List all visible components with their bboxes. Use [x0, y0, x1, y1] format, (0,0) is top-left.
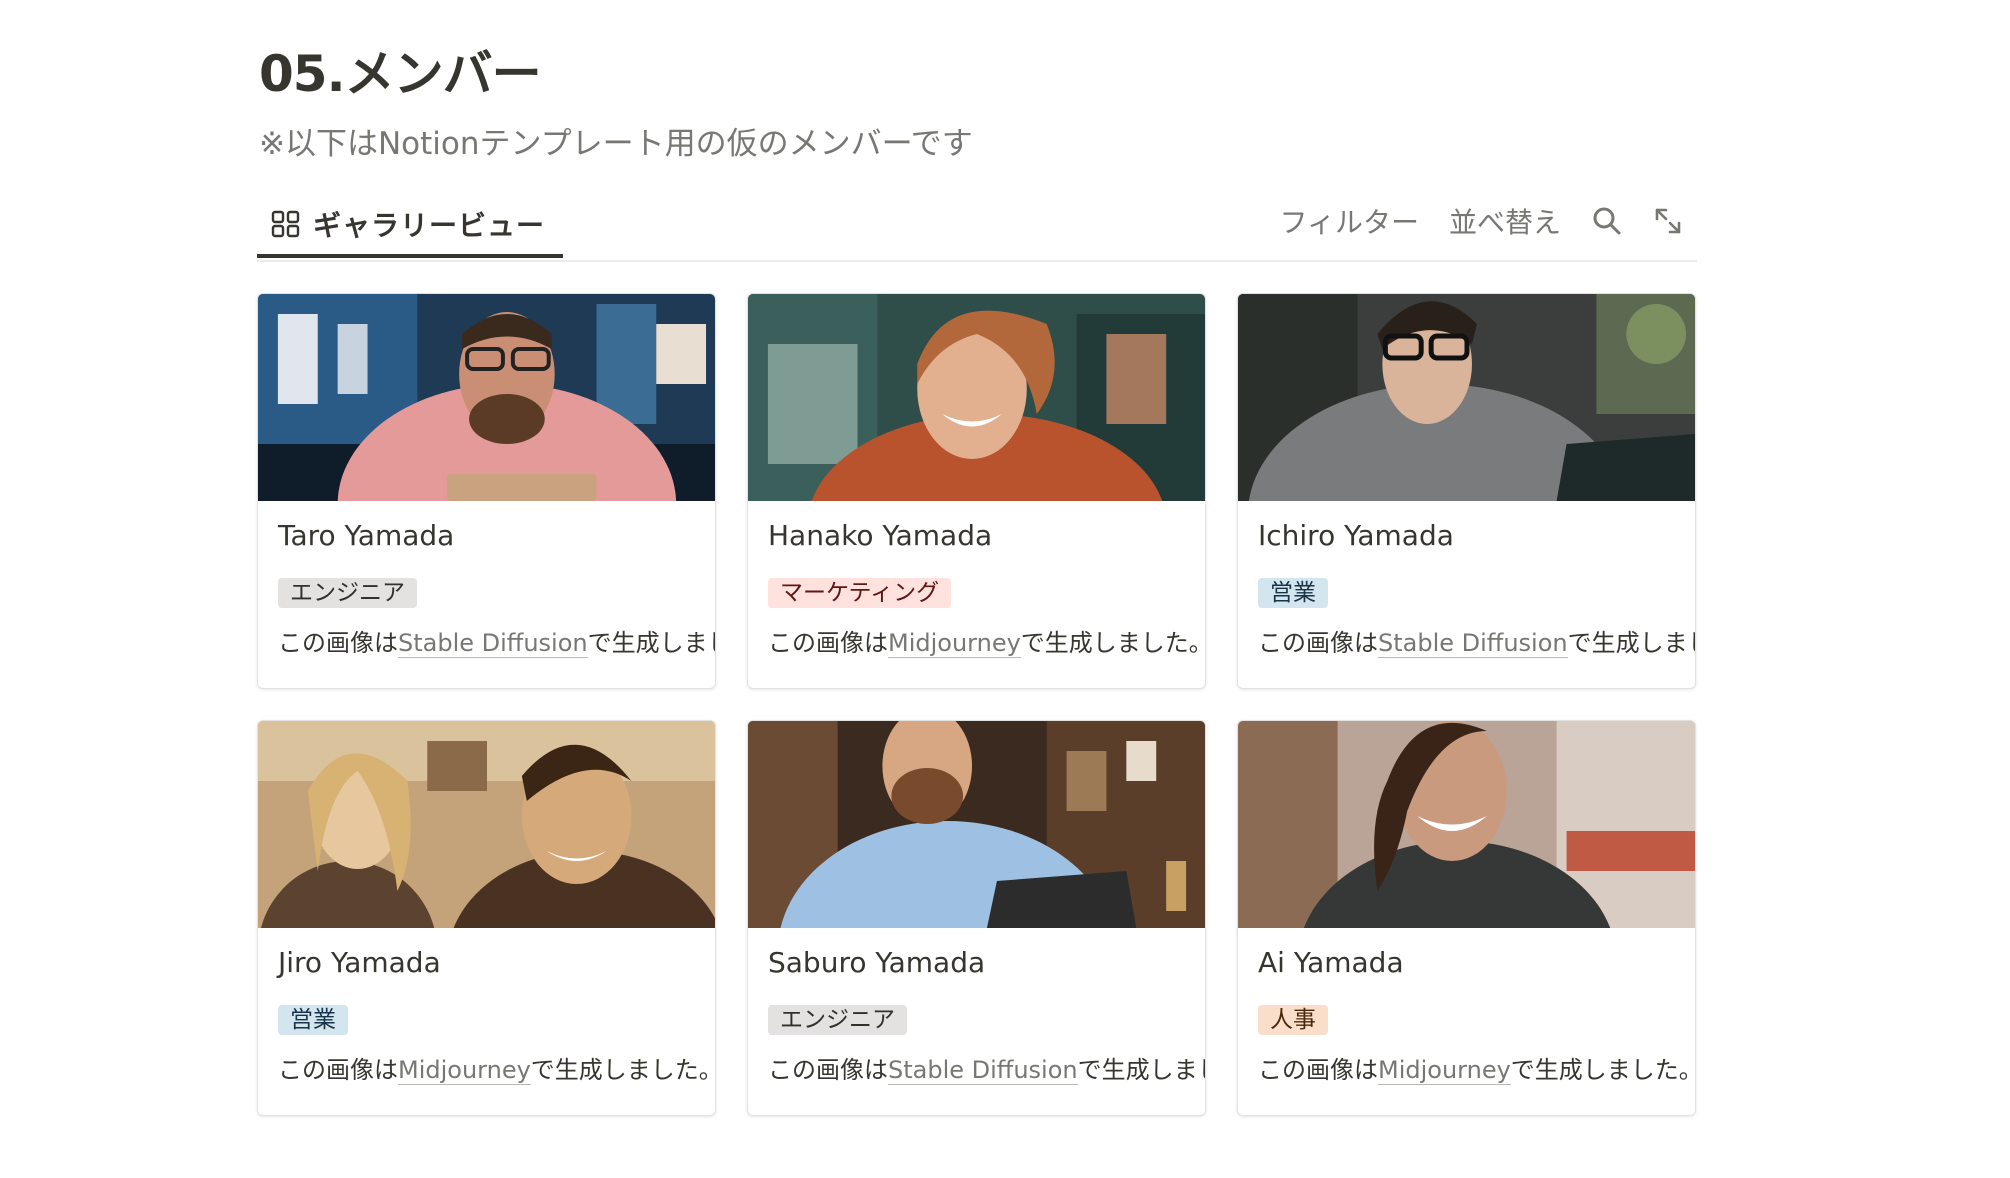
tab-gallery-view-label: ギャラリービュー	[313, 209, 546, 242]
card-description: この画像はStable Diffusionで生成しまし	[768, 1052, 1205, 1088]
desc-link[interactable]: Stable Diffusion	[1378, 629, 1568, 658]
desc-suffix: で生成しまし	[587, 629, 715, 657]
card-title: Taro Yamada	[278, 519, 455, 552]
view-toolbar: フィルター 並べ替え	[1250, 194, 1697, 248]
desc-link[interactable]: Stable Diffusion	[398, 629, 588, 658]
desc-prefix: この画像は	[278, 1056, 398, 1084]
card-title: Saburo Yamada	[768, 946, 986, 979]
desc-suffix: で生成しました。	[1020, 629, 1206, 657]
gallery-card[interactable]: Ichiro Yamada 営業 この画像はStable Diffusionで生…	[1237, 293, 1696, 689]
department-tag: 営業	[278, 1005, 348, 1035]
desc-suffix: で生成しまし	[1567, 629, 1695, 657]
desc-prefix: この画像は	[768, 629, 888, 657]
card-cover-image	[748, 721, 1205, 928]
filter-button[interactable]: フィルター	[1280, 201, 1419, 241]
sort-button[interactable]: 並べ替え	[1449, 201, 1561, 241]
card-title: Jiro Yamada	[278, 946, 441, 979]
card-title: Ai Yamada	[1258, 946, 1404, 979]
department-tag: 営業	[1258, 578, 1328, 608]
desc-suffix: で生成しました。	[1510, 1056, 1696, 1084]
card-description: この画像はMidjourneyで生成しました。	[1258, 1052, 1696, 1088]
card-title: Hanako Yamada	[768, 519, 993, 552]
card-description: この画像はStable Diffusionで生成しまし	[1258, 625, 1695, 661]
card-cover-image	[258, 294, 715, 501]
view-bar: ギャラリービュー フィルター 並べ替え	[257, 194, 1697, 262]
desc-prefix: この画像は	[278, 629, 398, 657]
department-tag: 人事	[1258, 1005, 1328, 1035]
page-subtitle: ※以下はNotionテンプレート用の仮のメンバーです	[259, 126, 973, 162]
desc-prefix: この画像は	[1258, 1056, 1378, 1084]
gallery-grid-icon	[271, 209, 301, 239]
desc-link[interactable]: Midjourney	[888, 629, 1021, 658]
expand-icon	[1653, 206, 1683, 236]
card-description: この画像はStable Diffusionで生成しまし	[278, 625, 715, 661]
card-description: この画像はMidjourneyで生成しました。	[768, 625, 1206, 661]
department-tag: エンジニア	[768, 1005, 907, 1035]
desc-prefix: この画像は	[1258, 629, 1378, 657]
department-tag: マーケティング	[768, 578, 952, 608]
gallery-card[interactable]: Saburo Yamada エンジニア この画像はStable Diffusio…	[747, 720, 1206, 1116]
expand-button[interactable]	[1653, 206, 1683, 236]
card-cover-image	[258, 721, 715, 928]
card-cover-image	[1238, 294, 1695, 501]
gallery-card[interactable]: Taro Yamada エンジニア この画像はStable Diffusionで…	[257, 293, 716, 689]
tab-gallery-view[interactable]: ギャラリービュー	[257, 194, 563, 258]
card-title: Ichiro Yamada	[1258, 519, 1454, 552]
card-description: この画像はMidjourneyで生成しました。	[278, 1052, 716, 1088]
search-icon	[1591, 205, 1623, 237]
desc-suffix: で生成しまし	[1077, 1056, 1205, 1084]
gallery-card[interactable]: Ai Yamada 人事 この画像はMidjourneyで生成しました。	[1237, 720, 1696, 1116]
gallery-card[interactable]: Jiro Yamada 営業 この画像はMidjourneyで生成しました。	[257, 720, 716, 1116]
search-button[interactable]	[1591, 205, 1623, 237]
desc-prefix: この画像は	[768, 1056, 888, 1084]
desc-suffix: で生成しました。	[530, 1056, 716, 1084]
card-cover-image	[748, 294, 1205, 501]
card-cover-image	[1238, 721, 1695, 928]
desc-link[interactable]: Stable Diffusion	[888, 1056, 1078, 1085]
page-title: 05.メンバー	[259, 45, 542, 103]
department-tag: エンジニア	[278, 578, 417, 608]
gallery-card[interactable]: Hanako Yamada マーケティング この画像はMidjourneyで生成…	[747, 293, 1206, 689]
desc-link[interactable]: Midjourney	[398, 1056, 531, 1085]
desc-link[interactable]: Midjourney	[1378, 1056, 1511, 1085]
